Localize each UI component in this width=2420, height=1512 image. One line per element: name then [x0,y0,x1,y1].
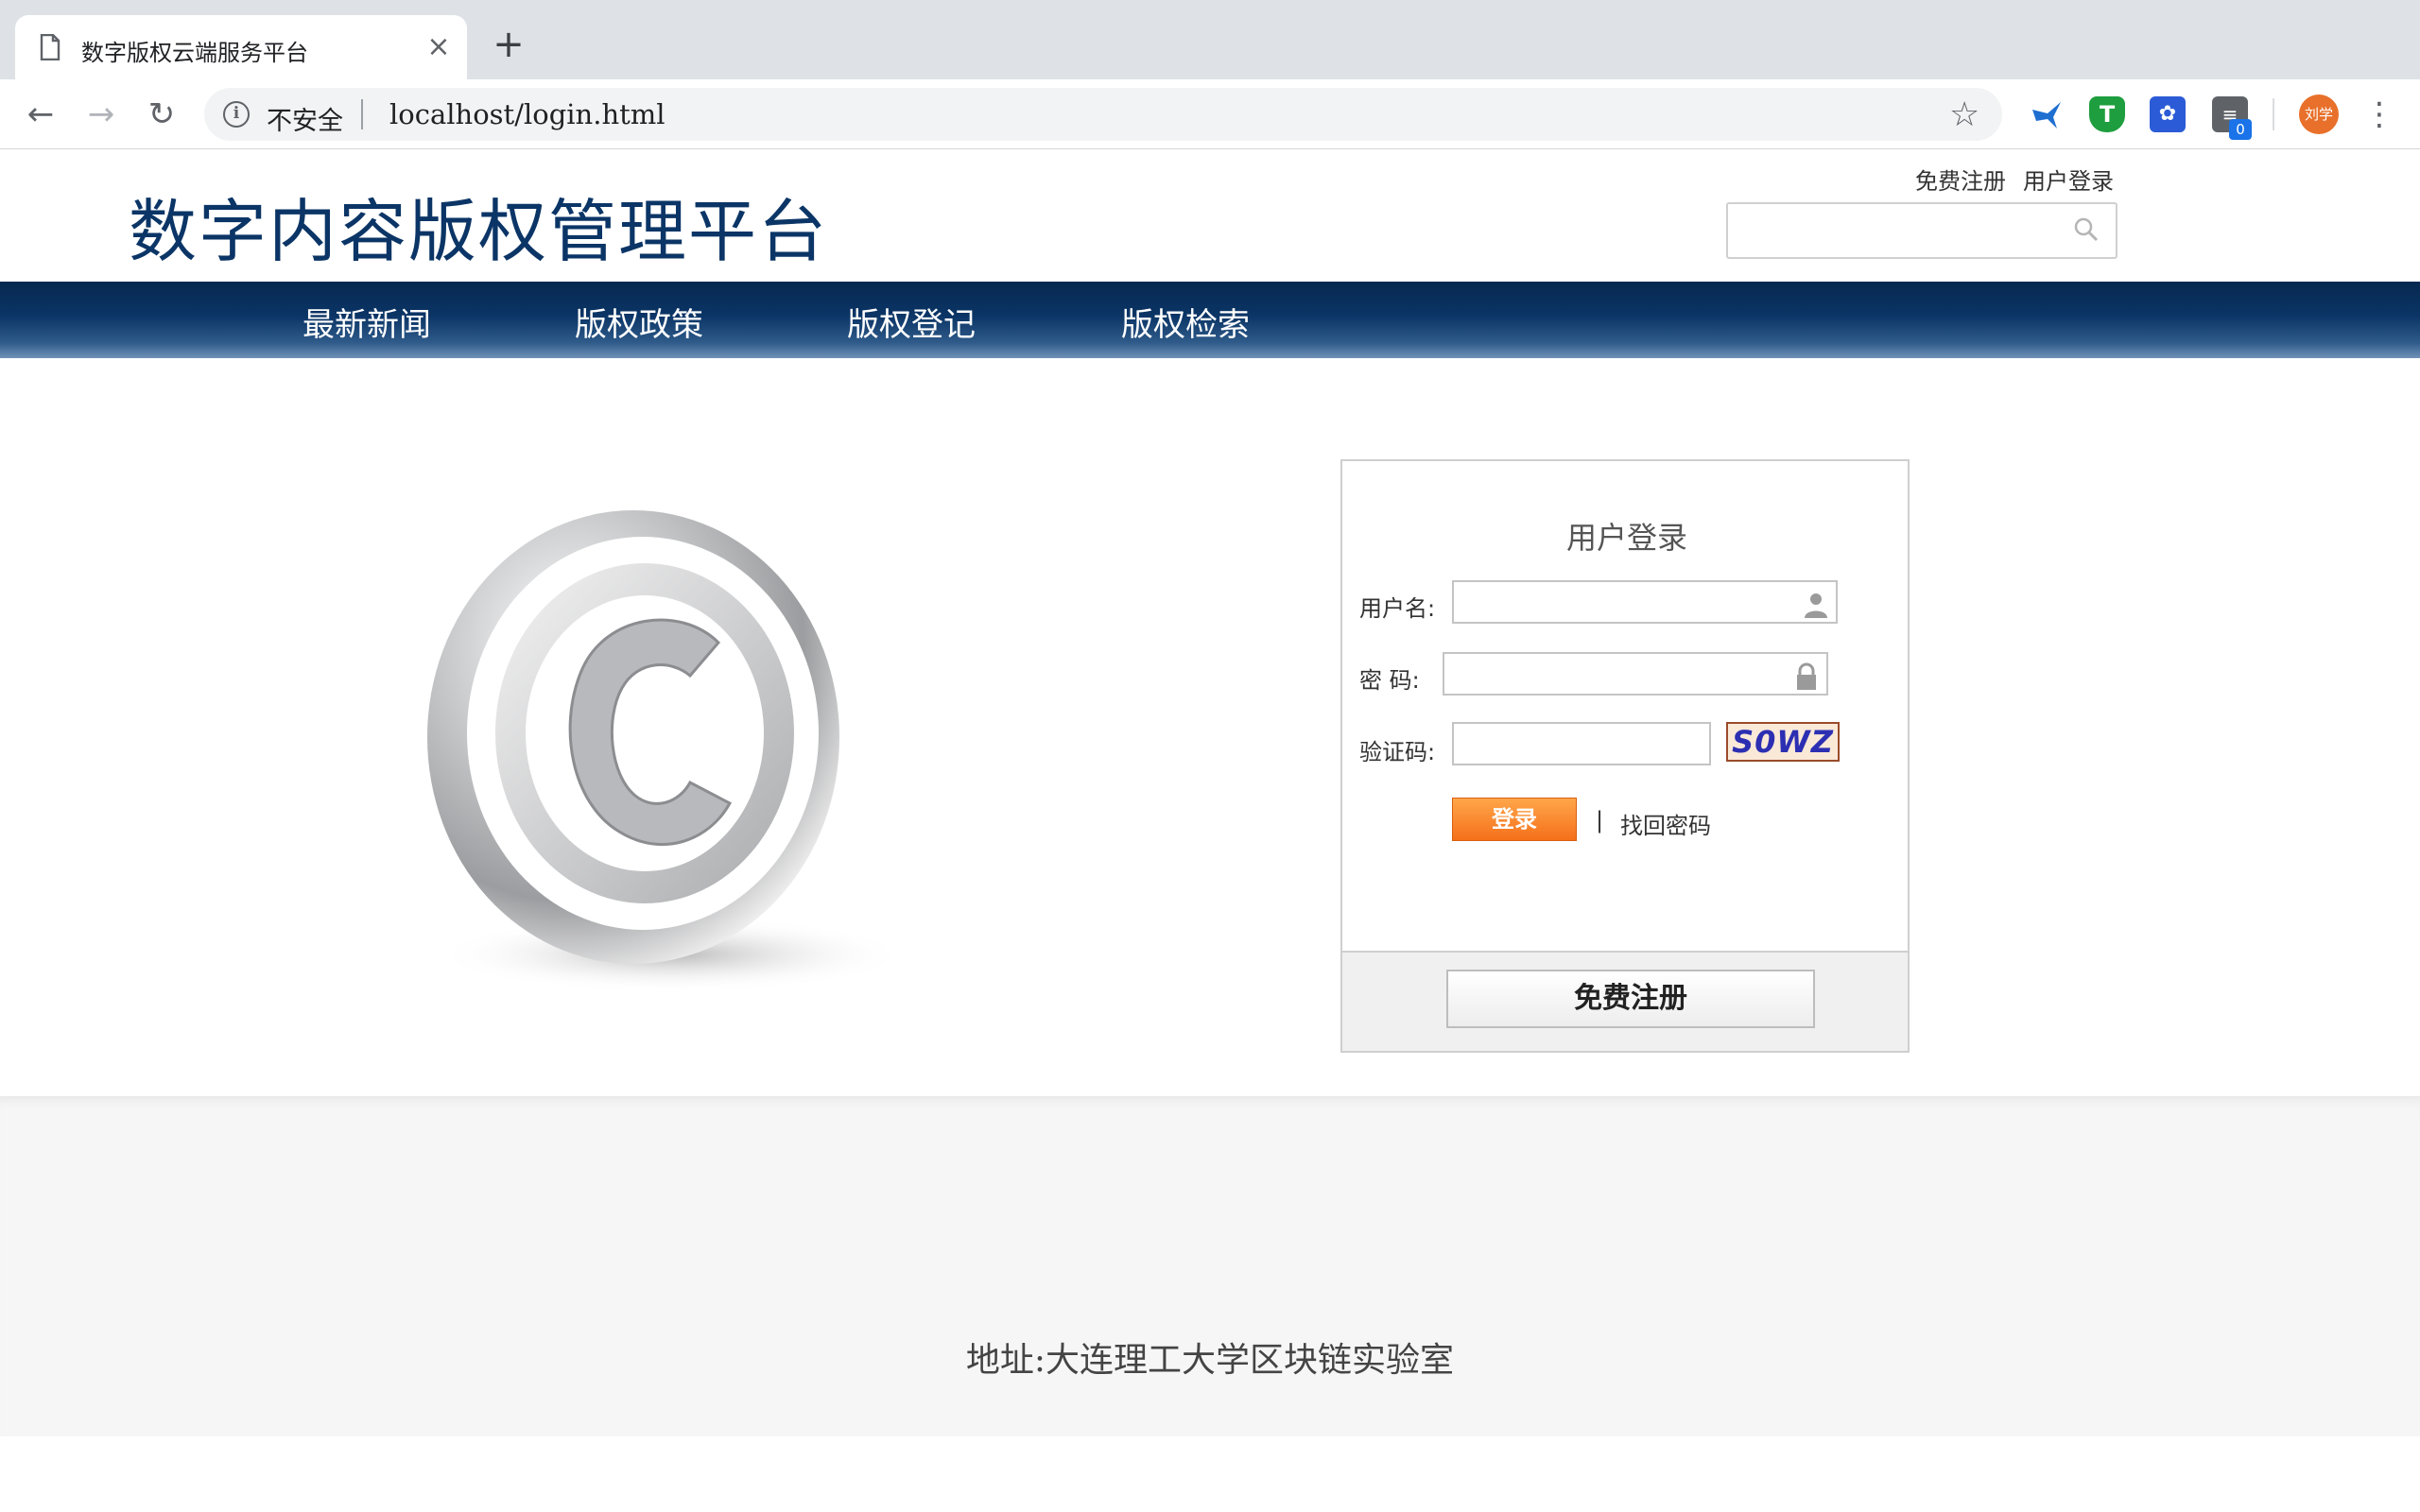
back-arrow-icon[interactable]: ← [21,94,60,134]
password-field[interactable] [1443,652,1828,696]
shield-extension-icon[interactable]: T [2089,96,2125,132]
copyright-logo-image [427,510,908,992]
login-title: 用户登录 [1565,520,1687,556]
security-label[interactable]: 不安全 [267,100,343,137]
search-input[interactable] [1726,202,2118,259]
link-separator: | [1596,807,1604,833]
lock-icon [1797,662,1816,690]
login-button[interactable]: 登录 [1452,798,1577,841]
extension-badge: 0 [2229,119,2252,140]
top-links: 免费注册 用户登录 [1915,163,2131,196]
nav-item-search[interactable]: 版权检索 [1121,299,1250,345]
password-label: 密 码: [1359,667,1420,694]
reload-icon[interactable]: ↻ [142,94,182,134]
login-panel: 用户登录 用户名: 密 码: 验证码: S0WZ 登录 | 找回密码 免费注册 [1340,459,1910,1053]
login-panel-footer: 免费注册 [1342,951,1908,1051]
nav-item-policy[interactable]: 版权政策 [575,299,703,345]
url-text[interactable]: localhost/login.html [389,98,666,130]
address-separator [361,99,363,129]
nav-item-news[interactable]: 最新新闻 [302,299,431,345]
page-footer: 地址:大连理工大学区块链实验室 [0,1096,2420,1436]
user-icon [1805,593,1827,618]
more-menu-icon[interactable]: ⋮ [2363,93,2395,136]
toolbar-divider [2273,98,2274,130]
login-link[interactable]: 用户登录 [2023,168,2114,195]
browser-tabstrip: 数字版权云端服务平台 × + [0,0,2420,79]
page-icon [40,34,60,60]
search-icon[interactable] [2074,217,2099,242]
find-password-link[interactable]: 找回密码 [1620,807,1711,840]
register-button[interactable]: 免费注册 [1446,970,1815,1028]
close-tab-icon[interactable]: × [424,32,454,62]
captcha-image[interactable]: S0WZ [1726,722,1840,762]
captcha-label: 验证码: [1359,739,1436,765]
footer-address: 地址:大连理工大学区块链实验室 [965,1341,1455,1380]
register-link[interactable]: 免费注册 [1915,168,2006,195]
site-title: 数字内容版权管理平台 [129,192,829,271]
captcha-field[interactable] [1452,722,1711,765]
nav-item-registration[interactable]: 版权登记 [847,299,976,345]
profile-avatar[interactable]: 刘学 [2299,94,2339,134]
address-bar[interactable]: i 不安全 localhost/login.html ☆ [204,88,2002,141]
info-icon[interactable]: i [223,101,250,128]
forward-arrow-icon[interactable]: → [81,94,121,134]
browser-tab[interactable]: 数字版权云端服务平台 × [15,15,467,79]
tab-title: 数字版权云端服务平台 [81,40,308,66]
new-tab-button[interactable]: + [490,26,527,64]
browser-toolbar: ← → ↻ i 不安全 localhost/login.html ☆ T ✿ ≡… [0,79,2420,149]
main-nav: 最新新闻 版权政策 版权登记 版权检索 [0,282,2420,358]
username-field[interactable] [1452,580,1838,624]
paw-extension-icon[interactable]: ✿ [2150,96,2186,132]
bird-extension-icon[interactable] [2029,96,2065,132]
bookmark-star-icon[interactable]: ☆ [1949,95,1979,134]
username-label: 用户名: [1359,595,1436,622]
